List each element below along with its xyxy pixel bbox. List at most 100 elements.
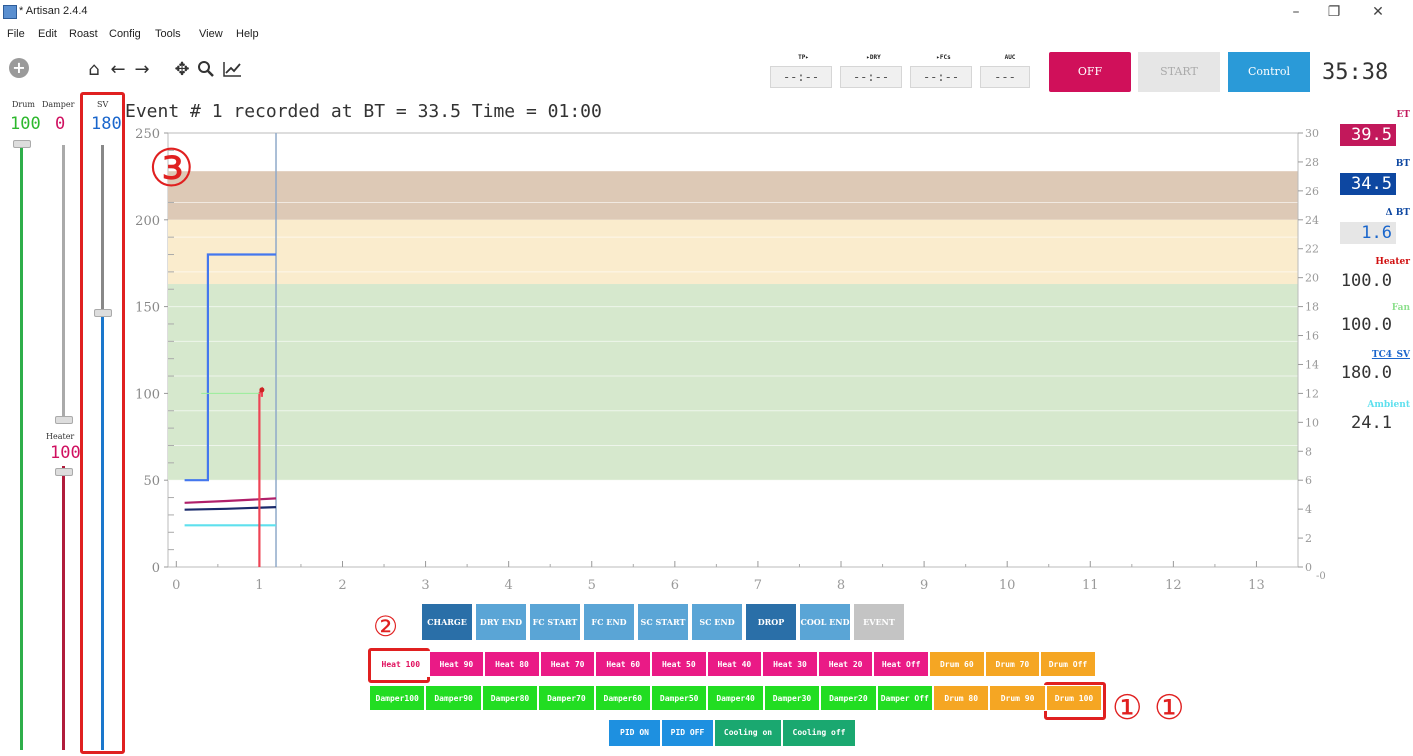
custom-button-cooling-off[interactable]: Cooling off [782,719,856,747]
maximize-button[interactable]: ❐ [1319,2,1349,22]
heater-slider-label: Heater [46,432,75,441]
close-button[interactable]: ✕ [1363,2,1393,22]
phase-band-2 [168,284,1298,481]
event-button-fc-end[interactable]: FC END [583,603,635,641]
menu-config[interactable]: Config [109,28,141,40]
drum-slider-handle[interactable] [13,140,31,148]
event-button-cool-end[interactable]: COOL END [799,603,851,641]
back-arrow-icon[interactable]: ← [108,60,128,80]
custom-button-damper40[interactable]: Damper40 [707,685,764,711]
ambient-readout: 24.1 [1351,413,1392,433]
custom-button-heat-40[interactable]: Heat 40 [706,651,763,677]
custom-button-drum-80[interactable]: Drum 80 [933,685,990,711]
menu-help[interactable]: Help [236,28,259,40]
custom-button-drum-off[interactable]: Drum Off [1040,651,1096,677]
phase-band-0 [168,171,1298,220]
lcd-label-dry: ▸DRY [866,54,881,61]
minimize-button[interactable]: – [1281,2,1311,22]
event-button-fc-start[interactable]: FC START [529,603,581,641]
custom-button-pid-on[interactable]: PID ON [608,719,661,747]
chart-icon[interactable] [222,60,242,80]
ambient-label: Ambient [1367,400,1410,410]
et-label: ET [1396,110,1410,120]
y2-tick-label: 14 [1305,358,1319,371]
home-icon[interactable]: ⌂ [84,60,104,80]
custom-button-heat-20[interactable]: Heat 20 [817,651,874,677]
custom-button-heat-60[interactable]: Heat 60 [595,651,651,677]
tc4-sv-readout: 180.0 [1340,363,1392,383]
custom-button-drum-90[interactable]: Drum 90 [989,685,1046,711]
menu-edit[interactable]: Edit [38,28,57,40]
custom-button-damper90[interactable]: Damper90 [425,685,482,711]
custom-button-damper80[interactable]: Damper80 [481,685,539,711]
app-icon [3,5,17,19]
event-button-charge[interactable]: CHARGE [421,603,473,641]
y2-tick-label: 10 [1305,416,1319,429]
custom-button-damper50[interactable]: Damper50 [651,685,708,711]
heater-slider-handle[interactable] [55,468,73,476]
damper-slider-track-upper[interactable] [62,145,65,417]
forward-arrow-icon[interactable]: → [132,60,152,80]
x-tick-label: 9 [920,578,928,593]
custom-button-heat-off[interactable]: Heat Off [873,651,929,677]
annotation-marker-3: ③ [148,139,195,199]
custom-button-heat-50[interactable]: Heat 50 [651,651,707,677]
event-button-sc-end[interactable]: SC END [691,603,743,641]
event-button-dry-end[interactable]: DRY END [475,603,527,641]
bt-readout: 34.5 [1340,173,1396,195]
x-tick-label: 0 [172,578,180,593]
custom-button-heat-80[interactable]: Heat 80 [484,651,540,677]
x-tick-label: 5 [588,578,596,593]
control-button[interactable]: Control [1228,52,1310,92]
heater-slider-track[interactable] [62,466,65,750]
off-button[interactable]: OFF [1049,52,1131,92]
custom-button-drum-100[interactable]: Drum 100 [1045,685,1103,711]
event-button-drop[interactable]: DROP [745,603,797,641]
custom-button-pid-off[interactable]: PID OFF [661,719,714,747]
phase-band-1 [168,219,1298,285]
x-tick-label: 4 [505,578,513,593]
custom-button-drum-60[interactable]: Drum 60 [929,651,985,677]
tc4-sv-label: TC4_SV [1371,350,1410,360]
custom-button-damper30[interactable]: Damper30 [763,685,821,711]
menu-file[interactable]: File [7,28,25,40]
fan-readout: 100.0 [1340,315,1392,335]
y2-tick-label: 2 [1305,532,1312,545]
custom-button-heat-30[interactable]: Heat 30 [762,651,818,677]
x-tick-label: 3 [421,578,429,593]
custom-button-damper-off[interactable]: Damper Off [876,685,933,711]
menu-view[interactable]: View [199,28,223,40]
et-readout: 39.5 [1340,124,1396,146]
fan-readout-label: Fan [1391,303,1410,313]
custom-button-damper20[interactable]: Damper20 [820,685,877,711]
x-tick-label: 10 [999,578,1016,593]
custom-button-damper100[interactable]: Damper100 [369,685,426,711]
custom-button-heat-100[interactable]: Heat 100 [373,651,429,677]
custom-button-heat-90[interactable]: Heat 90 [428,651,485,677]
custom-button-cooling-on[interactable]: Cooling on [714,719,782,747]
custom-button-damper60[interactable]: Damper60 [594,685,651,711]
custom-button-drum-70[interactable]: Drum 70 [984,651,1041,677]
damper-slider-handle[interactable] [55,416,73,424]
pan-icon[interactable]: ✥ [172,60,192,80]
y2-tick-label: 0 [1305,561,1312,574]
menu-tools[interactable]: Tools [155,28,181,40]
highlight-sv-slider [80,92,125,754]
zoom-icon[interactable] [196,60,216,80]
event-button-sc-start[interactable]: SC START [637,603,689,641]
custom-button-heat-70[interactable]: Heat 70 [539,651,596,677]
menu-roast[interactable]: Roast [69,28,98,40]
y-tick-label: 0 [152,561,160,576]
add-icon[interactable]: + [9,58,29,78]
y2-tick-label: 12 [1305,387,1319,400]
x-tick-label: 2 [338,578,346,593]
drum-value: 100 [10,114,41,134]
event-button-event[interactable]: EVENT [853,603,905,641]
start-button[interactable]: START [1138,52,1220,92]
drum-slider-track[interactable] [20,145,23,750]
roast-chart[interactable]: 0501001502002500246810121416182022242628… [120,125,1335,605]
y2-tick-label: 28 [1305,156,1319,169]
y-tick-label: 100 [135,387,160,402]
custom-button-damper70[interactable]: Damper70 [538,685,595,711]
x-tick-label: 6 [671,578,679,593]
